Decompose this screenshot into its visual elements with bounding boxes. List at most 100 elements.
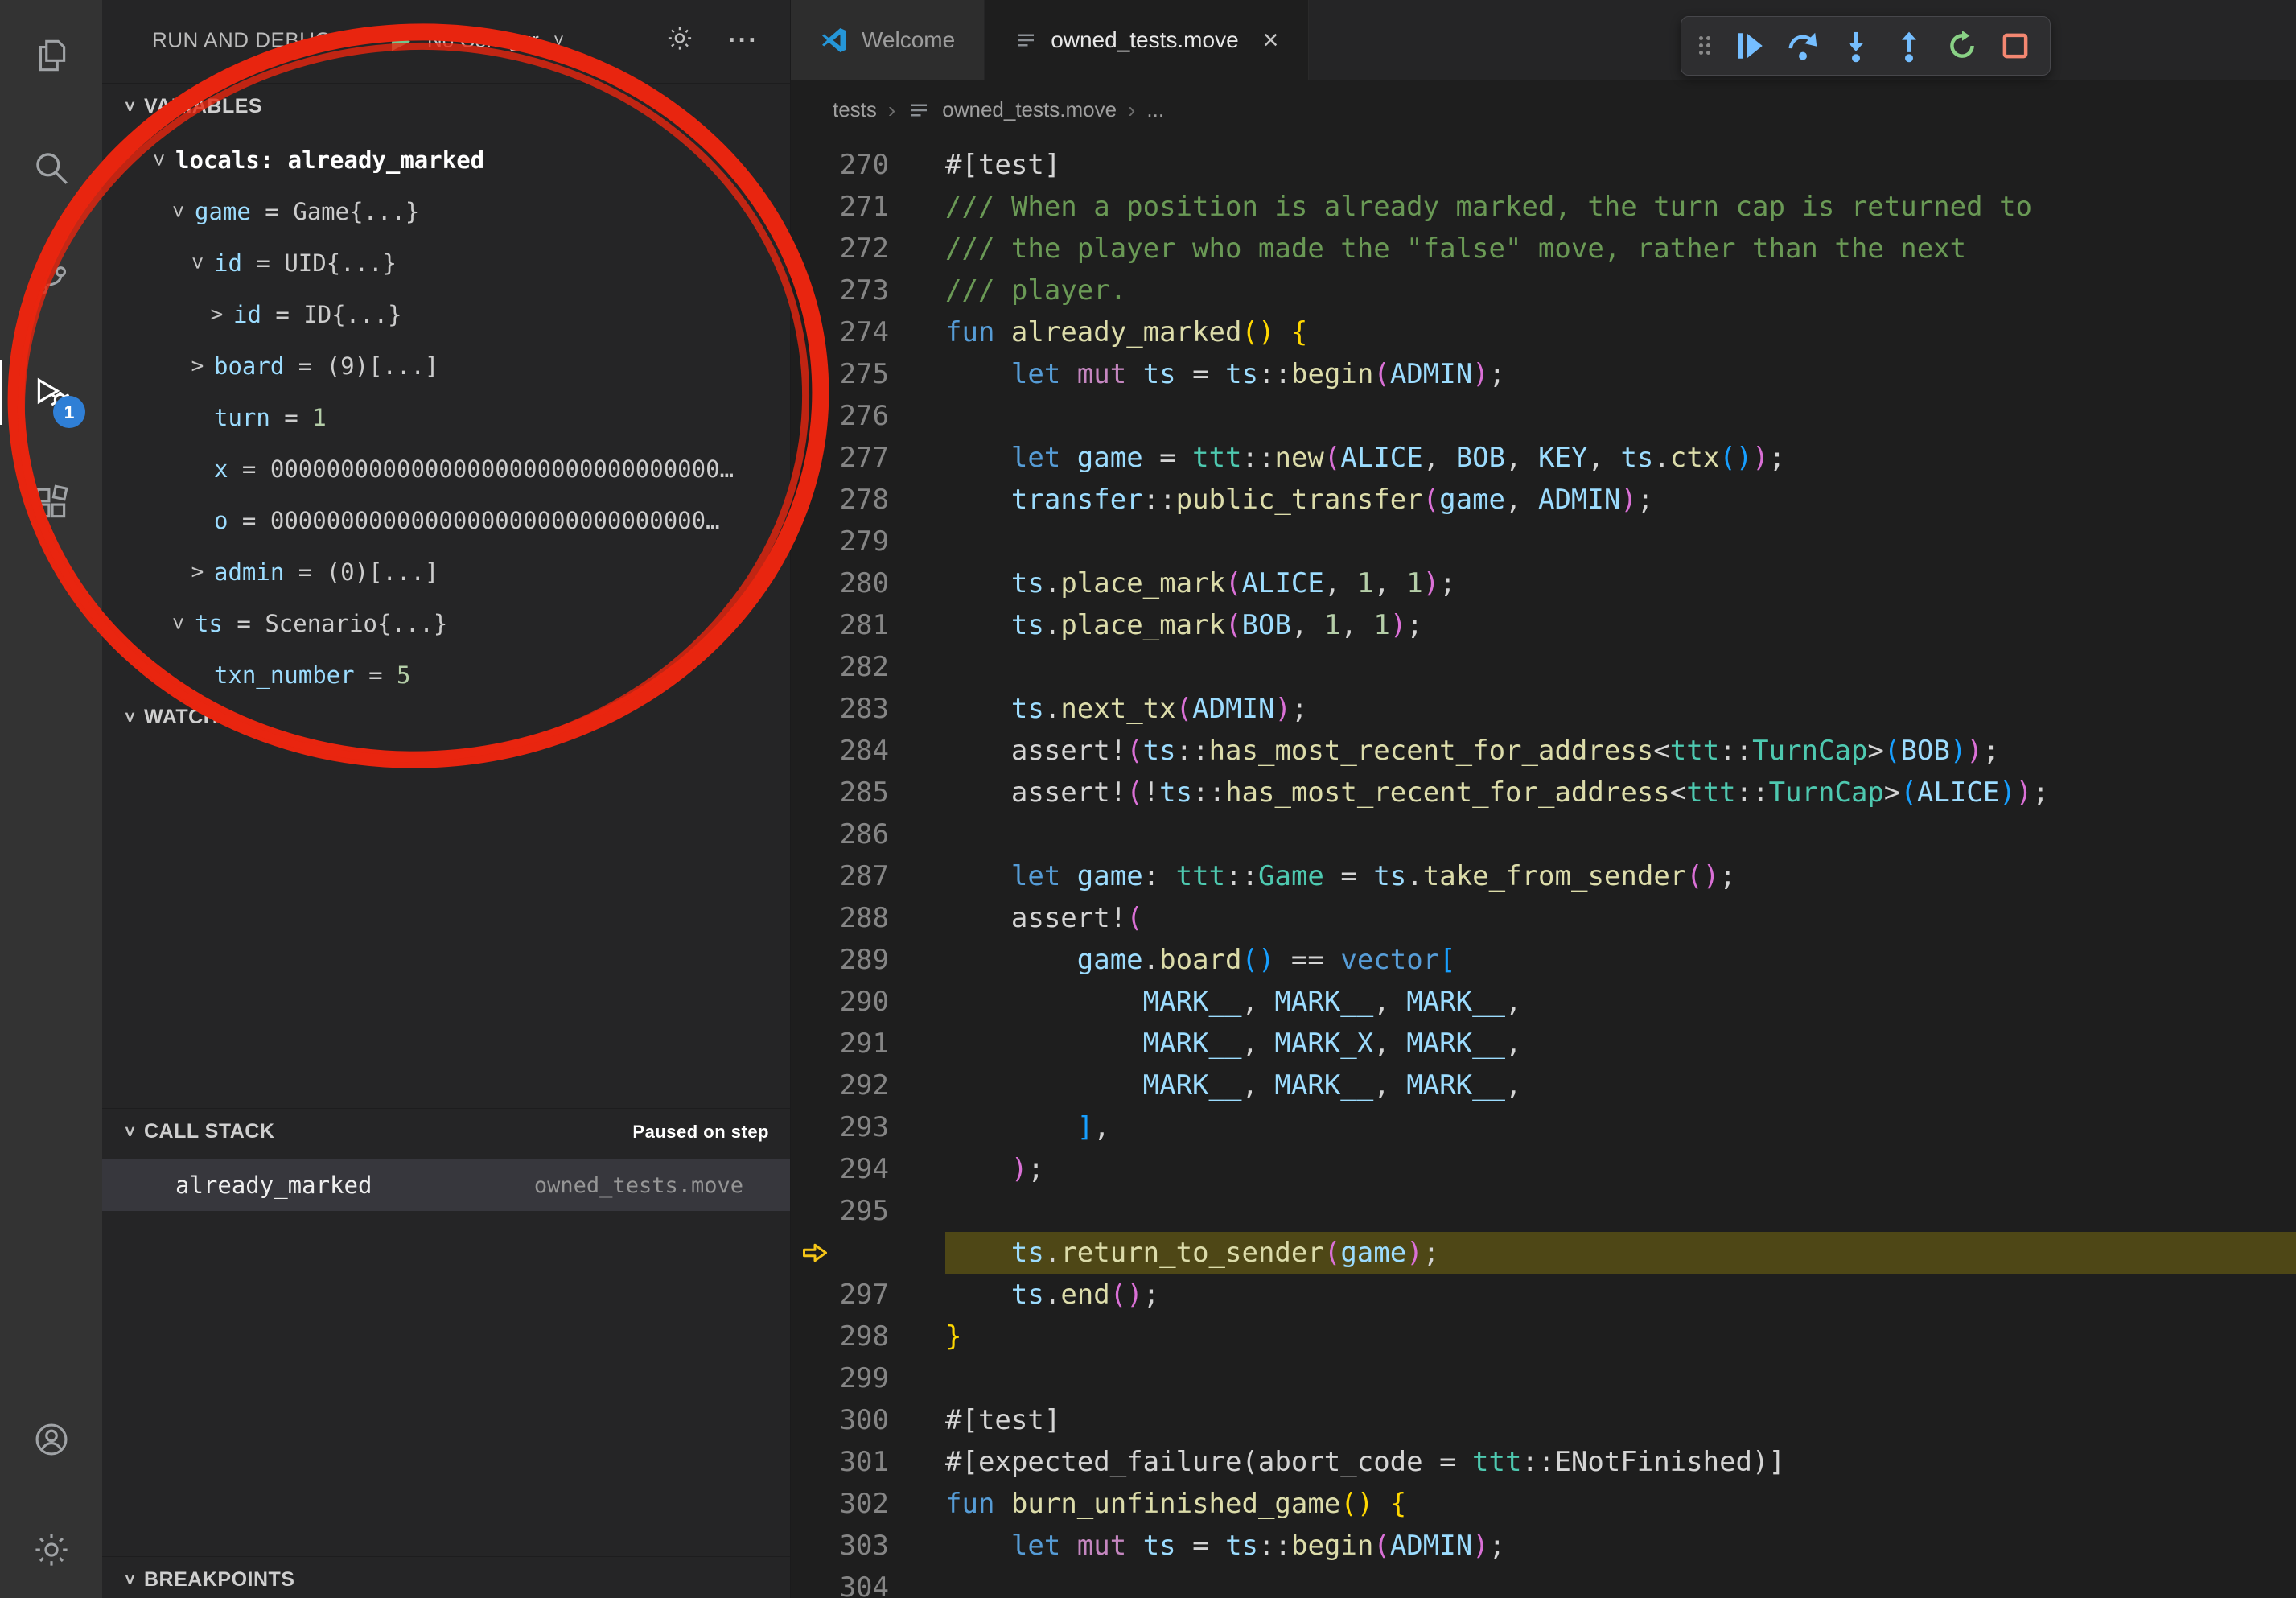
- line-number[interactable]: 298: [791, 1316, 945, 1357]
- code-text[interactable]: ts.place_mark(BOB, 1, 1);: [945, 604, 2296, 646]
- line-number[interactable]: 300: [791, 1399, 945, 1441]
- breakpoints-section-header[interactable]: > BREAKPOINTS: [102, 1556, 790, 1598]
- line-number[interactable]: 296: [791, 1232, 945, 1274]
- code-text[interactable]: ts.return_to_sender(game);: [945, 1232, 2296, 1274]
- variables-section-header[interactable]: > VARIABLES: [102, 83, 790, 130]
- code-text[interactable]: assert!(ts::has_most_recent_for_address<…: [945, 730, 2296, 772]
- variable-row-scope[interactable]: >locals: already_marked: [102, 134, 790, 186]
- sidebar-item-source-control[interactable]: [0, 240, 102, 317]
- line-number[interactable]: 284: [791, 730, 945, 772]
- more-actions-icon[interactable]: ···: [728, 26, 759, 56]
- code-text[interactable]: #[test]: [945, 1399, 2296, 1441]
- code-text[interactable]: let mut ts = ts::begin(ADMIN);: [945, 353, 2296, 395]
- line-number[interactable]: 301: [791, 1441, 945, 1483]
- line-number[interactable]: 273: [791, 270, 945, 311]
- line-number[interactable]: 304: [791, 1567, 945, 1598]
- code-text[interactable]: let game: ttt::Game = ts.take_from_sende…: [945, 855, 2296, 897]
- tab-owned-tests-move[interactable]: owned_tests.move ×: [985, 0, 1308, 80]
- code-text[interactable]: [945, 521, 2296, 562]
- line-number[interactable]: 291: [791, 1023, 945, 1065]
- start-debug-button[interactable]: ▶: [392, 27, 410, 55]
- line-number[interactable]: 289: [791, 939, 945, 981]
- breadcrumb-item-symbol[interactable]: ...: [1146, 97, 1164, 122]
- account-button[interactable]: [0, 1401, 102, 1478]
- code-text[interactable]: fun already_marked() {: [945, 311, 2296, 353]
- line-number[interactable]: 302: [791, 1483, 945, 1525]
- sidebar-item-extensions[interactable]: [0, 465, 102, 542]
- code-text[interactable]: /// When a position is already marked, t…: [945, 186, 2296, 228]
- line-number[interactable]: 282: [791, 646, 945, 688]
- code-text[interactable]: /// player.: [945, 270, 2296, 311]
- code-text[interactable]: assert!(!ts::has_most_recent_for_address…: [945, 772, 2296, 813]
- expander-icon[interactable]: >: [167, 607, 191, 640]
- call-stack-frame-row[interactable]: already_marked owned_tests.move: [102, 1159, 790, 1211]
- continue-button[interactable]: [1725, 21, 1775, 71]
- line-number[interactable]: 275: [791, 353, 945, 395]
- line-number[interactable]: 277: [791, 437, 945, 479]
- close-icon[interactable]: ×: [1263, 27, 1279, 54]
- line-number[interactable]: 280: [791, 562, 945, 604]
- expander-icon[interactable]: >: [186, 247, 210, 280]
- tab-welcome[interactable]: Welcome: [791, 0, 985, 80]
- line-number[interactable]: 281: [791, 604, 945, 646]
- call-stack-section-header[interactable]: > CALL STACK Paused on step: [102, 1108, 790, 1155]
- variable-row-o[interactable]: o = 0000000000000000000000000000000…: [102, 495, 790, 546]
- code-text[interactable]: ts.place_mark(ALICE, 1, 1);: [945, 562, 2296, 604]
- sidebar-item-search[interactable]: [0, 130, 102, 207]
- code-text[interactable]: );: [945, 1148, 2296, 1190]
- expander-icon[interactable]: >: [181, 354, 214, 378]
- line-number[interactable]: 283: [791, 688, 945, 730]
- code-text[interactable]: [945, 1190, 2296, 1232]
- variable-row-game[interactable]: >game = Game{...}: [102, 186, 790, 237]
- watch-section-header[interactable]: > WATCH: [102, 694, 790, 740]
- line-number[interactable]: 290: [791, 981, 945, 1023]
- line-number[interactable]: 271: [791, 186, 945, 228]
- drag-grip-icon[interactable]: [1699, 36, 1714, 56]
- line-number[interactable]: 279: [791, 521, 945, 562]
- line-number[interactable]: 293: [791, 1106, 945, 1148]
- expander-icon[interactable]: >: [181, 560, 214, 584]
- code-text[interactable]: }: [945, 1316, 2296, 1357]
- expander-icon[interactable]: >: [147, 144, 171, 177]
- line-number[interactable]: 270: [791, 144, 945, 186]
- variable-row-turn[interactable]: turn = 1: [102, 392, 790, 443]
- line-number[interactable]: 278: [791, 479, 945, 521]
- line-number[interactable]: 272: [791, 228, 945, 270]
- code-text[interactable]: ts.end();: [945, 1274, 2296, 1316]
- code-text[interactable]: [945, 1357, 2296, 1399]
- code-text[interactable]: [945, 1567, 2296, 1598]
- code-text[interactable]: transfer::public_transfer(game, ADMIN);: [945, 479, 2296, 521]
- expander-icon[interactable]: >: [167, 196, 191, 229]
- line-number[interactable]: 286: [791, 813, 945, 855]
- line-number[interactable]: 276: [791, 395, 945, 437]
- code-text[interactable]: MARK__, MARK__, MARK__,: [945, 1065, 2296, 1106]
- code-text[interactable]: ],: [945, 1106, 2296, 1148]
- code-text[interactable]: assert!(: [945, 897, 2296, 939]
- code-text[interactable]: ts.next_tx(ADMIN);: [945, 688, 2296, 730]
- settings-button[interactable]: [0, 1511, 102, 1588]
- code-text[interactable]: MARK__, MARK__, MARK__,: [945, 981, 2296, 1023]
- variable-row-id[interactable]: >id = ID{...}: [102, 289, 790, 340]
- step-out-button[interactable]: [1884, 21, 1934, 71]
- breadcrumb-item-file[interactable]: owned_tests.move: [942, 97, 1117, 122]
- line-number[interactable]: 295: [791, 1190, 945, 1232]
- code-text[interactable]: [945, 813, 2296, 855]
- expander-icon[interactable]: >: [200, 303, 233, 327]
- debug-settings-button[interactable]: [665, 24, 694, 57]
- step-over-button[interactable]: [1778, 21, 1828, 71]
- code-text[interactable]: game.board() == vector[: [945, 939, 2296, 981]
- line-number[interactable]: 287: [791, 855, 945, 897]
- restart-button[interactable]: [1937, 21, 1987, 71]
- code-text[interactable]: #[test]: [945, 144, 2296, 186]
- variable-row-admin[interactable]: >admin = (0)[...]: [102, 546, 790, 598]
- variable-row-id[interactable]: >id = UID{...}: [102, 237, 790, 289]
- code-text[interactable]: #[expected_failure(abort_code = ttt::ENo…: [945, 1441, 2296, 1483]
- line-number[interactable]: 274: [791, 311, 945, 353]
- variable-row-x[interactable]: x = 00000000000000000000000000000000…: [102, 443, 790, 495]
- debug-config-dropdown[interactable]: No Configur >: [427, 28, 570, 53]
- line-number[interactable]: 285: [791, 772, 945, 813]
- step-into-button[interactable]: [1831, 21, 1881, 71]
- code-text[interactable]: MARK__, MARK_X, MARK__,: [945, 1023, 2296, 1065]
- code-text[interactable]: [945, 395, 2296, 437]
- breadcrumb-item-tests[interactable]: tests: [833, 97, 877, 122]
